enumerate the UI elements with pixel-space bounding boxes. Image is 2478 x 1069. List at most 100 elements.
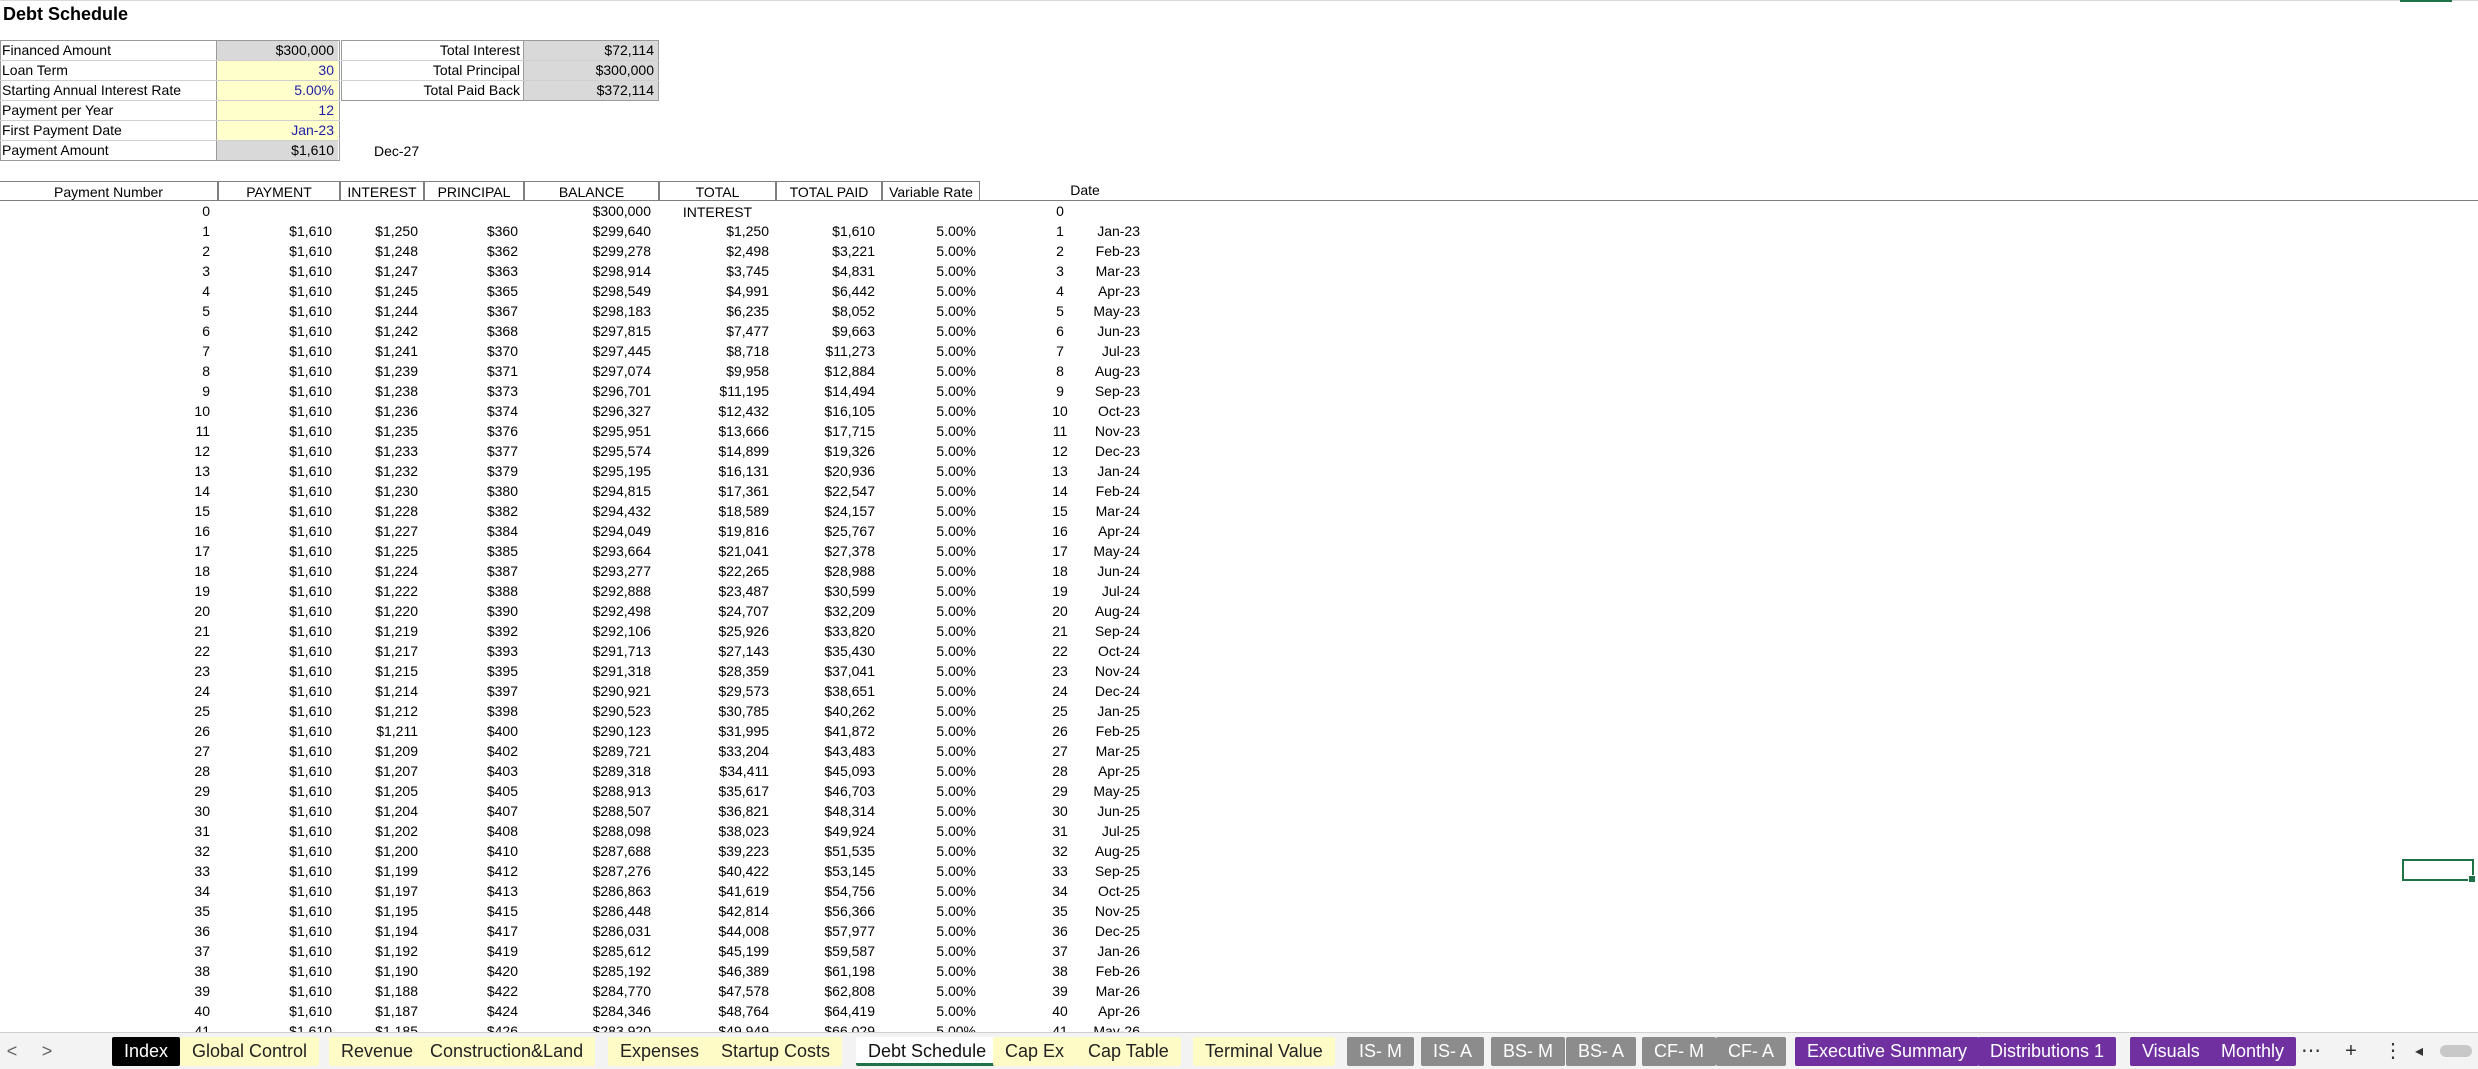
- period-cell[interactable]: 17: [1030, 541, 1090, 561]
- period-cell[interactable]: 28: [1030, 761, 1090, 781]
- principal-cell[interactable]: $373: [424, 381, 518, 401]
- total-interest-cell[interactable]: $72,114: [524, 41, 658, 60]
- scroll-left-icon[interactable]: ◂: [2410, 1037, 2428, 1066]
- balance-cell[interactable]: $290,123: [524, 721, 651, 741]
- date-cell[interactable]: Mar-25: [1090, 741, 1140, 761]
- total-paid-cell[interactable]: $66,029: [776, 1021, 875, 1032]
- sheet-tab[interactable]: CF- A: [1716, 1037, 1787, 1066]
- variable-rate-cell[interactable]: 5.00%: [882, 301, 976, 321]
- total-interest-cell[interactable]: $30,785: [659, 701, 769, 721]
- sheet-tab[interactable]: IS- M: [1347, 1037, 1414, 1066]
- payment-cell[interactable]: $1,610: [218, 501, 332, 521]
- period-cell[interactable]: 18: [1030, 561, 1090, 581]
- date-cell[interactable]: May-24: [1090, 541, 1140, 561]
- date-cell[interactable]: Nov-24: [1090, 661, 1140, 681]
- total-interest-cell[interactable]: $34,411: [659, 761, 769, 781]
- balance-cell[interactable]: $295,195: [524, 461, 651, 481]
- balance-cell[interactable]: $292,106: [524, 621, 651, 641]
- date-cell[interactable]: Aug-24: [1090, 601, 1140, 621]
- variable-rate-cell[interactable]: 5.00%: [882, 861, 976, 881]
- total-interest-cell[interactable]: $44,008: [659, 921, 769, 941]
- principal-cell[interactable]: $402: [424, 741, 518, 761]
- column-header-payment[interactable]: PAYMENT: [218, 181, 340, 201]
- balance-cell[interactable]: $296,327: [524, 401, 651, 421]
- variable-rate-cell[interactable]: 5.00%: [882, 241, 976, 261]
- balance-cell[interactable]: $294,815: [524, 481, 651, 501]
- variable-rate-cell[interactable]: 5.00%: [882, 681, 976, 701]
- sheet-tab[interactable]: Debt Schedule: [856, 1037, 999, 1066]
- total-paid-cell[interactable]: $16,105: [776, 401, 875, 421]
- payment-amount-cell[interactable]: $1,610: [216, 141, 338, 160]
- total-paid-cell[interactable]: $19,326: [776, 441, 875, 461]
- variable-rate-cell[interactable]: 5.00%: [882, 901, 976, 921]
- total-paid-cell[interactable]: $32,209: [776, 601, 875, 621]
- add-sheet-icon[interactable]: +: [2337, 1037, 2365, 1066]
- total-paid-cell[interactable]: $1,610: [776, 221, 875, 241]
- payment-cell[interactable]: $1,610: [218, 421, 332, 441]
- principal-cell[interactable]: $380: [424, 481, 518, 501]
- period-cell[interactable]: 27: [1030, 741, 1090, 761]
- total-interest-cell[interactable]: $6,235: [659, 301, 769, 321]
- principal-cell[interactable]: $415: [424, 901, 518, 921]
- date-cell[interactable]: Dec-25: [1090, 921, 1140, 941]
- interest-cell[interactable]: $1,217: [340, 641, 418, 661]
- balance-cell[interactable]: $293,277: [524, 561, 651, 581]
- principal-cell[interactable]: $393: [424, 641, 518, 661]
- payment-cell[interactable]: $1,610: [218, 321, 332, 341]
- payment-cell[interactable]: $1,610: [218, 581, 332, 601]
- date-cell[interactable]: Jan-26: [1090, 941, 1140, 961]
- interest-cell[interactable]: $1,233: [340, 441, 418, 461]
- date-cell[interactable]: Oct-25: [1090, 881, 1140, 901]
- principal-cell[interactable]: $382: [424, 501, 518, 521]
- period-cell[interactable]: 25: [1030, 701, 1090, 721]
- balance-cell[interactable]: $296,701: [524, 381, 651, 401]
- total-interest-cell[interactable]: $23,487: [659, 581, 769, 601]
- principal-cell[interactable]: $398: [424, 701, 518, 721]
- interest-cell[interactable]: $1,199: [340, 861, 418, 881]
- interest-cell[interactable]: $1,238: [340, 381, 418, 401]
- variable-rate-cell[interactable]: 5.00%: [882, 541, 976, 561]
- total-interest-cell[interactable]: $29,573: [659, 681, 769, 701]
- payment-cell[interactable]: $1,610: [218, 701, 332, 721]
- total-paid-cell[interactable]: $33,820: [776, 621, 875, 641]
- date-cell[interactable]: Oct-24: [1090, 641, 1140, 661]
- period-cell[interactable]: 14: [1030, 481, 1090, 501]
- principal-cell[interactable]: $365: [424, 281, 518, 301]
- interest-cell[interactable]: $1,215: [340, 661, 418, 681]
- payment-cell[interactable]: $1,610: [218, 361, 332, 381]
- payment-number-cell[interactable]: 25: [0, 701, 210, 721]
- interest-cell[interactable]: $1,222: [340, 581, 418, 601]
- column-header-total-paid[interactable]: TOTAL PAID: [776, 181, 882, 201]
- period-cell[interactable]: 12: [1030, 441, 1090, 461]
- date-cell[interactable]: Feb-25: [1090, 721, 1140, 741]
- total-interest-cell[interactable]: $9,958: [659, 361, 769, 381]
- payment-cell[interactable]: $1,610: [218, 621, 332, 641]
- scroll-tabs-left-button[interactable]: <: [0, 1039, 24, 1063]
- payment-cell[interactable]: $1,610: [218, 601, 332, 621]
- interest-cell[interactable]: $1,187: [340, 1001, 418, 1021]
- variable-rate-cell[interactable]: 5.00%: [882, 761, 976, 781]
- payment-cell[interactable]: $1,610: [218, 661, 332, 681]
- variable-rate-cell[interactable]: 5.00%: [882, 381, 976, 401]
- interest-cell[interactable]: $1,202: [340, 821, 418, 841]
- total-principal-cell[interactable]: $300,000: [524, 61, 658, 80]
- principal-cell[interactable]: $363: [424, 261, 518, 281]
- balance-cell[interactable]: $291,318: [524, 661, 651, 681]
- variable-rate-cell[interactable]: 5.00%: [882, 321, 976, 341]
- period-cell[interactable]: 19: [1030, 581, 1090, 601]
- variable-rate-cell[interactable]: 5.00%: [882, 261, 976, 281]
- total-paid-cell[interactable]: $54,756: [776, 881, 875, 901]
- variable-rate-cell[interactable]: 5.00%: [882, 981, 976, 1001]
- principal-cell[interactable]: $408: [424, 821, 518, 841]
- period-cell[interactable]: 4: [1030, 281, 1090, 301]
- total-interest-cell[interactable]: $35,617: [659, 781, 769, 801]
- total-interest-cell[interactable]: $4,991: [659, 281, 769, 301]
- total-paid-cell[interactable]: $20,936: [776, 461, 875, 481]
- interest-cell[interactable]: $1,197: [340, 881, 418, 901]
- payment-number-cell[interactable]: 32: [0, 841, 210, 861]
- variable-rate-cell[interactable]: 5.00%: [882, 881, 976, 901]
- total-paid-cell[interactable]: $51,535: [776, 841, 875, 861]
- total-paid-cell[interactable]: $9,663: [776, 321, 875, 341]
- payment-number-cell[interactable]: 14: [0, 481, 210, 501]
- total-paid-cell[interactable]: $48,314: [776, 801, 875, 821]
